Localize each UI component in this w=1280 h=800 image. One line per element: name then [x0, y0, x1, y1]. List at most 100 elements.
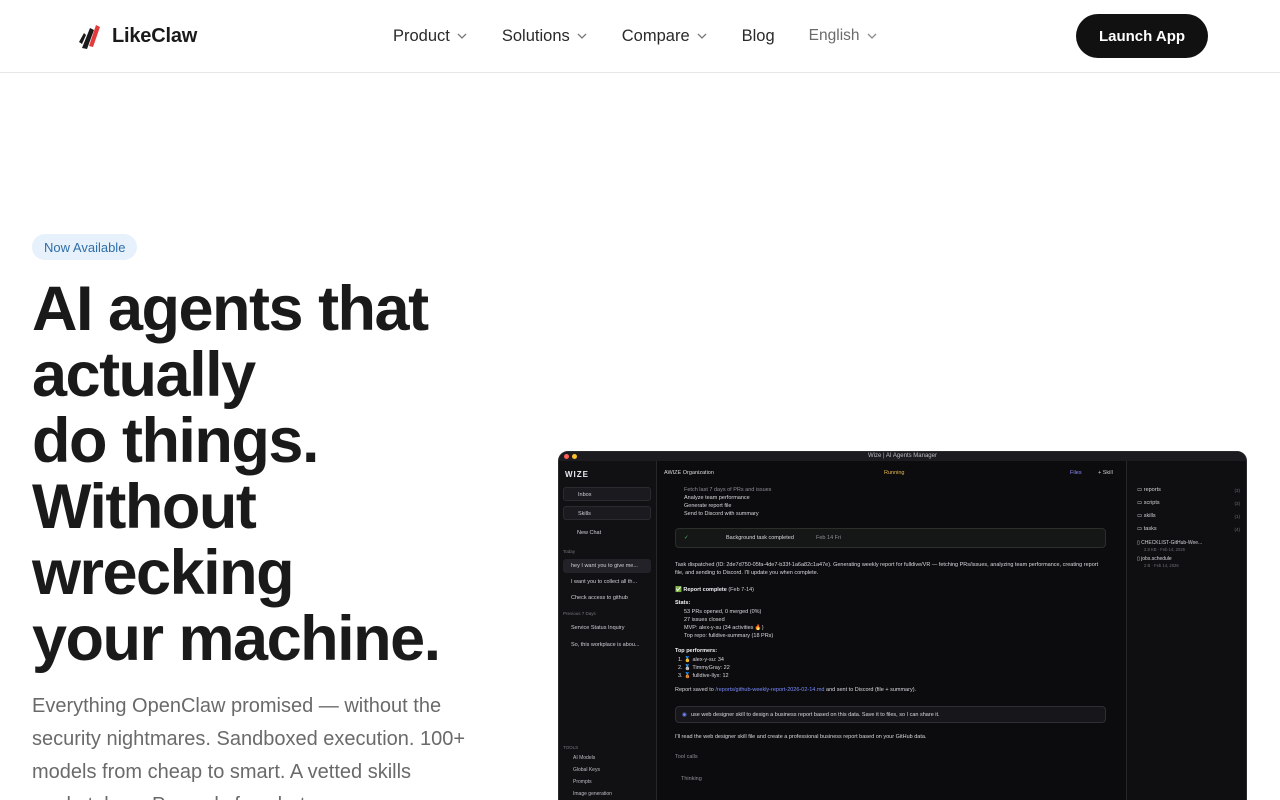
folder-count: (4)	[1234, 527, 1241, 532]
nav-product[interactable]: Product	[393, 25, 468, 47]
report-saved-line: Report saved to /reports/github-weekly-r…	[675, 687, 916, 693]
nav-compare-label: Compare	[621, 26, 690, 45]
folder-name: scripts	[1143, 500, 1160, 506]
stats-label: Stats:	[675, 600, 691, 606]
step-item: Send to Discord with summary	[684, 511, 759, 517]
hero-title-line: wrecking	[32, 538, 295, 608]
tools-label: TOOLS	[563, 745, 579, 750]
chevron-down-icon	[577, 33, 587, 39]
tool-calls-toggle[interactable]: Tool calls	[675, 754, 698, 760]
user-prompt-bubble: ◉ use web designer skill to design a bus…	[675, 706, 1106, 723]
chat-history-item[interactable]: Check access to github	[563, 591, 651, 605]
hero-title-line: actually	[32, 340, 256, 410]
report-range: (Feb 7-14)	[728, 587, 755, 593]
report-title: Report complete	[683, 587, 727, 593]
hero-title-line: Without	[32, 472, 257, 542]
app-main: AWIZE Organization Running Files + Skill…	[658, 461, 1126, 800]
chat-history-item[interactable]: Service Status Inquiry	[563, 621, 651, 635]
folder-name: reports	[1143, 487, 1161, 493]
stat-item: Top repo: fulldive-summary (18 PRs)	[684, 633, 774, 639]
assistant-reply: I'll read the web designer skill file an…	[675, 734, 927, 740]
brand-name: LikeClaw	[112, 24, 198, 47]
hero-title-line: AI agents that	[32, 274, 429, 344]
report-complete-title: ✅ Report complete (Feb 7-14)	[675, 587, 755, 593]
thinking-indicator: Thinking	[681, 776, 702, 782]
folder-skills[interactable]: ▭ skills	[1137, 513, 1156, 519]
folder-reports[interactable]: ▭ reports	[1137, 487, 1161, 493]
stat-item: 53 PRs opened, 0 merged (0%)	[684, 609, 762, 615]
tool-image-generation[interactable]: Image generation	[563, 791, 612, 797]
prompt-dot-icon: ◉	[682, 712, 687, 718]
chevron-down-icon	[867, 33, 876, 39]
chevron-down-icon	[457, 33, 467, 39]
bg-task-date: Feb 14 Fri	[816, 535, 842, 541]
hero-subtitle: Everything OpenClaw promised — without t…	[32, 695, 466, 800]
nav-solutions-label: Solutions	[501, 26, 570, 45]
folder-scripts[interactable]: ▭ scripts	[1137, 500, 1160, 506]
step-item: Generate report file	[684, 503, 732, 509]
previous-label: Previous 7 Days	[563, 611, 596, 616]
file-meta: 2 B · Feb 14, 2026	[1144, 563, 1179, 568]
brand[interactable]: LikeClaw	[76, 22, 197, 50]
saved-suffix: and sent to Discord (file + summary).	[826, 687, 917, 693]
file-name: CHECKLIST-GitHub-Wee...	[1141, 540, 1203, 546]
main-nav: Product Solutions Compare Blog English	[393, 25, 912, 47]
new-chat-button[interactable]: New Chat	[563, 526, 651, 540]
sidebar-item-inbox[interactable]: Inbox	[563, 487, 651, 501]
file-meta: 2.8 KB · Feb 14, 2026	[1144, 547, 1185, 552]
file-name: jobs.schedule	[1141, 556, 1172, 562]
performer-item: 1. 🥇 alex-y-su: 34	[678, 657, 724, 663]
dispatch-text: Task dispatched (ID: 2de7d750-05fa-4de7-…	[675, 562, 1099, 568]
report-path-link[interactable]: /reports/github-weekly-report-2026-02-14…	[715, 687, 824, 693]
running-status: Running	[884, 470, 905, 476]
top-performers-label: Top performers:	[675, 648, 718, 654]
folder-count: (3)	[1234, 501, 1241, 506]
language-label: English	[808, 27, 860, 44]
file-jobs-schedule[interactable]: ▯ jobs.schedule	[1137, 556, 1172, 562]
nav-compare[interactable]: Compare	[622, 25, 708, 47]
dispatch-text: file, and sending to Discord. I'll updat…	[675, 570, 819, 576]
launch-app-button[interactable]: Launch App	[1076, 14, 1208, 58]
saved-prefix: Report saved to	[675, 687, 714, 693]
nav-blog[interactable]: Blog	[742, 25, 775, 47]
chevron-down-icon	[697, 33, 707, 39]
chat-history-item[interactable]: So, this workplace is abou...	[563, 638, 651, 652]
folder-count: (1)	[1234, 514, 1241, 519]
claw-logo-icon	[79, 25, 100, 49]
sidebar-item-skills[interactable]: Skills	[563, 506, 651, 520]
files-panel: ▭ reports (3) ▭ scripts (3) ▭ skills (1)…	[1126, 461, 1246, 800]
hero-title-line: do things.	[32, 406, 319, 476]
folder-name: tasks	[1143, 526, 1157, 532]
nav-solutions[interactable]: Solutions	[502, 25, 588, 47]
performer-item: 2. 🥈 TimmyGray: 22	[678, 665, 730, 671]
chat-history-item[interactable]: hey I want you to give me...	[563, 559, 651, 573]
window-titlebar: Wize | AI Agents Manager	[559, 452, 1246, 461]
tool-prompts[interactable]: Prompts	[563, 779, 592, 785]
chat-history-item[interactable]: I want you to collect all th...	[563, 575, 651, 589]
bg-task-title: Background task completed	[726, 535, 794, 541]
folder-tasks[interactable]: ▭ tasks	[1137, 526, 1157, 532]
nav-blog-label: Blog	[741, 26, 775, 45]
now-available-badge: Now Available	[32, 234, 138, 260]
language-select[interactable]: English	[809, 25, 878, 47]
tool-ai-models[interactable]: AI Models	[563, 755, 595, 761]
tool-global-keys[interactable]: Global Keys	[563, 767, 600, 773]
background-task-card[interactable]: ✓ Background task completed Feb 14 Fri	[675, 528, 1106, 548]
files-tab[interactable]: Files	[1070, 470, 1082, 476]
nav-product-label: Product	[393, 26, 450, 45]
folder-count: (3)	[1234, 488, 1241, 493]
org-selector[interactable]: AWIZE Organization	[664, 470, 714, 476]
hero-title-line: your machine.	[32, 604, 441, 674]
file-checklist[interactable]: ▯ CHECKLIST-GitHub-Wee...	[1137, 540, 1202, 546]
user-prompt-text: use web designer skill to design a busin…	[691, 712, 940, 718]
step-item: Analyze team performance	[684, 495, 750, 501]
hero-title: AI agents that actually do things. Witho…	[32, 276, 532, 672]
site-header: LikeClaw Product Solutions Compare Blog …	[0, 0, 1280, 73]
wize-logo: WIZE	[565, 470, 589, 479]
step-item: Fetch last 7 days of PRs and issues	[684, 487, 772, 493]
stat-item: MVP: alex-y-su (34 activities 🔥)	[684, 625, 764, 631]
performer-item: 3. 🥉 fulldive-llyx: 12	[678, 673, 729, 679]
add-skill-button[interactable]: + Skill	[1098, 470, 1113, 476]
window-title: Wize | AI Agents Manager	[868, 453, 937, 459]
today-label: Today	[563, 549, 576, 554]
